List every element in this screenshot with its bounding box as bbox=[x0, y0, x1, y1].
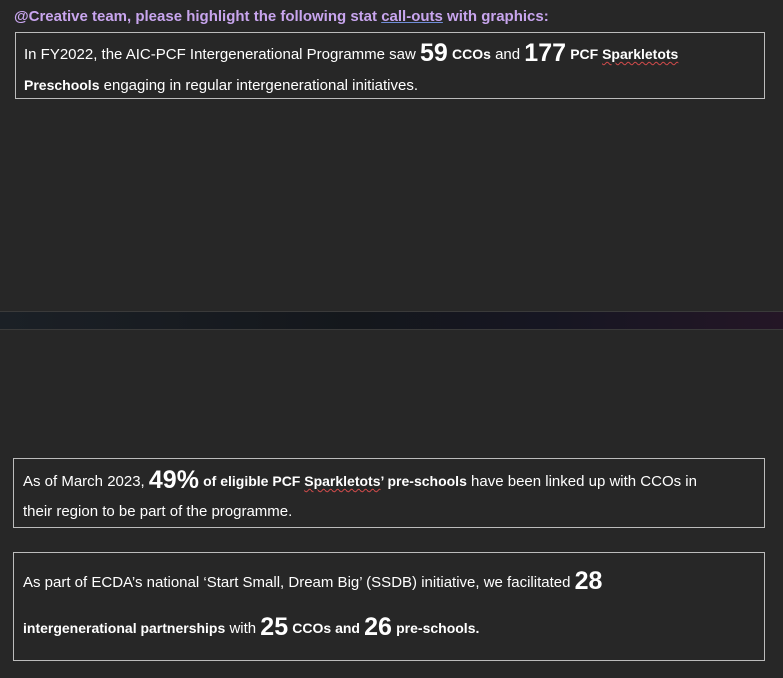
stat-callout-march-2023[interactable]: As of March 2023, 49% of eligible PCF Sp… bbox=[13, 458, 765, 528]
call-outs-link[interactable]: call-outs bbox=[381, 8, 443, 25]
stat-label-partnerships: intergenerational partnerships bbox=[23, 620, 226, 636]
callout-text: In FY2022, the AIC-PCF Intergenerational… bbox=[24, 46, 421, 63]
stat-number-preschools: 177 bbox=[524, 39, 567, 67]
stat-label-preschools: ’ pre-schools bbox=[380, 473, 467, 489]
callout-text: and bbox=[490, 46, 525, 63]
comment-text-end: with graphics: bbox=[442, 8, 549, 25]
page-break bbox=[0, 311, 783, 330]
callout-text: with bbox=[225, 620, 261, 637]
creative-team-comment: @Creative team, please highlight the fol… bbox=[14, 8, 549, 25]
stat-label-ccos: CCOs bbox=[452, 46, 491, 62]
stat-label-eligible: of eligible PCF bbox=[203, 473, 305, 489]
callout-text: their region to be part of the programme… bbox=[23, 503, 293, 520]
callout-text: As of March 2023, bbox=[23, 473, 149, 490]
stat-label-ccos: CCOs and bbox=[292, 620, 360, 636]
stat-label-pcf: PCF bbox=[570, 46, 603, 62]
stat-label-preschools: pre-schools. bbox=[396, 620, 480, 636]
document-page-top: @Creative team, please highlight the fol… bbox=[0, 0, 783, 311]
stat-label-preschools: Preschools bbox=[24, 77, 100, 93]
spellcheck-word-sparkletots[interactable]: Sparkletots bbox=[304, 473, 380, 489]
stat-number-ccos: 25 bbox=[260, 613, 289, 641]
stat-number-preschools: 26 bbox=[364, 613, 392, 641]
callout-text: engaging in regular intergenerational in… bbox=[99, 77, 419, 94]
stat-number-percent: 49% bbox=[148, 466, 199, 494]
stat-number-ccos: 59 bbox=[420, 39, 448, 67]
callout-text: As part of ECDA’s national ‘Start Small,… bbox=[23, 574, 575, 591]
callout-text: have been linked up with CCOs in bbox=[466, 473, 697, 490]
comment-text: @Creative team, please highlight the fol… bbox=[14, 8, 382, 25]
stat-callout-ssdb[interactable]: As part of ECDA’s national ‘Start Small,… bbox=[13, 552, 765, 661]
stat-number-partnerships: 28 bbox=[574, 567, 603, 595]
spellcheck-word-sparkletots[interactable]: Sparkletots bbox=[602, 46, 678, 62]
stat-callout-fy2022[interactable]: In FY2022, the AIC-PCF Intergenerational… bbox=[15, 32, 765, 99]
